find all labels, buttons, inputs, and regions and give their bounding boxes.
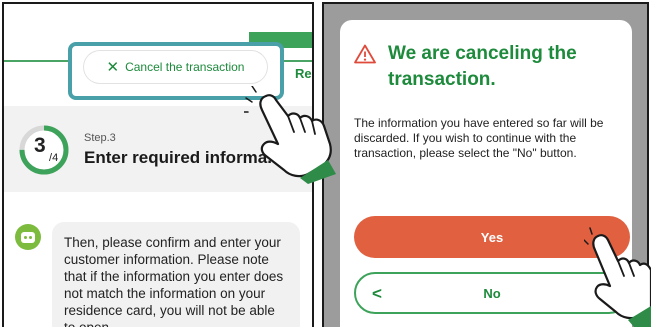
yes-button-label: Yes <box>480 229 504 245</box>
chat-area: Then, please confirm and enter your cust… <box>4 192 312 327</box>
step-progress-ring: 3 /4 <box>18 124 70 176</box>
step-current: 3 <box>34 134 46 157</box>
robot-icon <box>15 224 41 250</box>
tap-hand-icon <box>584 227 651 327</box>
step-label: Step.3 <box>84 132 116 144</box>
warning-icon <box>354 44 376 64</box>
step-total: /4 <box>49 152 59 164</box>
no-button-label: No <box>483 285 501 301</box>
cancel-transaction-button[interactable]: ✕ Cancel the transaction <box>84 51 267 83</box>
chat-message-bubble: Then, please confirm and enter your cust… <box>52 222 300 327</box>
header-partial-text: Re <box>295 66 312 81</box>
close-icon: ✕ <box>106 58 120 76</box>
tap-hand-icon <box>244 86 336 184</box>
chevron-left-icon: < <box>372 284 382 303</box>
dialog-title: We are canceling the transaction. <box>388 43 577 90</box>
cancel-transaction-label: Cancel the transaction <box>125 60 245 74</box>
dialog-message: The information you have entered so far … <box>354 116 604 160</box>
